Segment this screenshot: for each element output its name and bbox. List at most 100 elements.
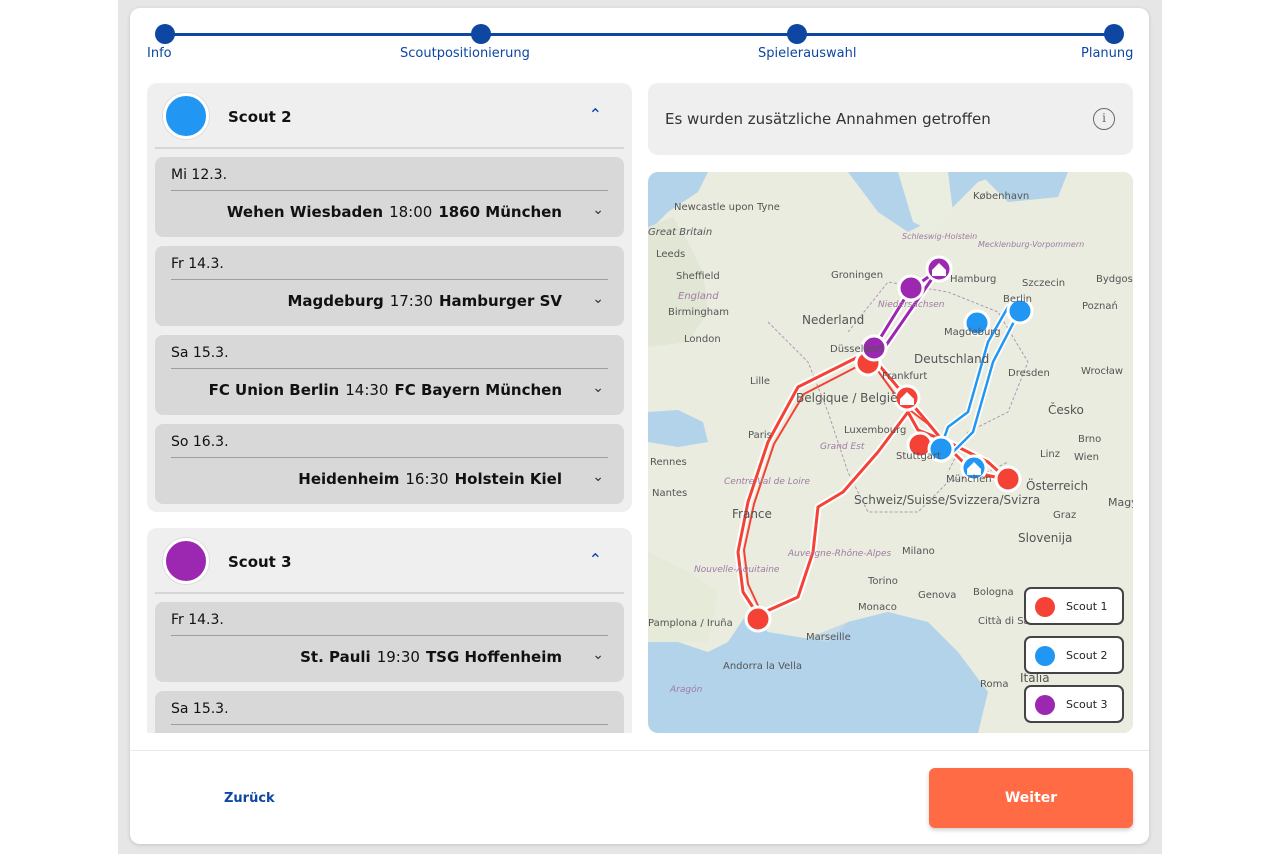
chevron-down-icon[interactable]: ⌄ bbox=[592, 647, 604, 663]
match-date: Mi 12.3. bbox=[171, 167, 228, 183]
match-item[interactable]: Sa 15.3. FC Union Berlin 14:30 FC Bayern M… bbox=[155, 335, 624, 415]
away-team: Holstein Kiel bbox=[454, 470, 562, 488]
away-team: 1860 München bbox=[438, 203, 562, 221]
home-team: Heidenheim bbox=[298, 470, 400, 488]
match-item[interactable]: So 16.3. Heidenheim 16:30 Holstein Kiel ⌄ bbox=[155, 424, 624, 504]
match-item[interactable]: Mi 12.3. Wehen Wiesbaden 18:00 1860 Münche… bbox=[155, 157, 624, 237]
map-label: France bbox=[732, 507, 772, 521]
map-label: Roma bbox=[980, 679, 1009, 690]
scout-name: Scout 3 bbox=[228, 553, 292, 571]
back-button[interactable]: Zurück bbox=[224, 791, 275, 806]
map-label: Rennes bbox=[650, 457, 687, 468]
map-label: Belgique / België bbox=[796, 391, 897, 405]
scout-color-avatar bbox=[163, 93, 209, 139]
map-label: Milano bbox=[902, 546, 935, 557]
legend-scout-1[interactable]: Scout 1 bbox=[1024, 587, 1124, 625]
map-label: Linz bbox=[1040, 449, 1060, 460]
match-date: Fr 14.3. bbox=[171, 256, 224, 272]
map-label: Aragón bbox=[669, 684, 703, 695]
map-label: München bbox=[946, 474, 992, 485]
info-icon[interactable]: i bbox=[1093, 108, 1115, 130]
legend-color-dot bbox=[1035, 597, 1055, 617]
map-label: Genova bbox=[918, 590, 956, 601]
chevron-down-icon[interactable]: ⌄ bbox=[592, 380, 604, 396]
match-item[interactable]: Fr 14.3. St. Pauli 19:30 TSG Hoffenheim ⌄ bbox=[155, 602, 624, 682]
away-team: Hamburger SV bbox=[438, 292, 562, 310]
map-label: Centre-Val de Loire bbox=[724, 477, 810, 487]
map-label: Bydgoszcz bbox=[1096, 274, 1133, 285]
scout-card: Scout 2 ⌃ Mi 12.3. Wehen Wiesbaden 18:00 1… bbox=[147, 83, 632, 512]
scout-header[interactable]: Scout 2 ⌃ bbox=[155, 83, 624, 149]
progress-stepper: Info Scoutpositionierung Spielerauswahl … bbox=[130, 8, 1149, 78]
step-dot-scoutpositionierung[interactable] bbox=[471, 24, 491, 44]
map-label: Deutschland bbox=[914, 352, 989, 366]
match-fixture: Heidenheim 16:30 Holstein Kiel bbox=[298, 470, 562, 488]
match-divider bbox=[171, 368, 608, 369]
step-label-spielerauswahl[interactable]: Spielerauswahl bbox=[758, 46, 857, 61]
map-label: Österreich bbox=[1026, 477, 1088, 493]
step-label-scoutpositionierung[interactable]: Scoutpositionierung bbox=[400, 46, 530, 61]
step-dot-spielerauswahl[interactable] bbox=[787, 24, 807, 44]
map-label: Nederland bbox=[802, 313, 864, 327]
kickoff-time: 14:30 bbox=[345, 381, 389, 399]
match-date: Sa 15.3. bbox=[171, 345, 229, 361]
match-date: Fr 14.3. bbox=[171, 612, 224, 628]
scout-schedule-list[interactable]: Scout 2 ⌃ Mi 12.3. Wehen Wiesbaden 18:00 1… bbox=[147, 83, 632, 733]
step-dot-info[interactable] bbox=[155, 24, 175, 44]
map-label: Nantes bbox=[652, 488, 687, 499]
match-item[interactable]: Sa 15.3. bbox=[155, 691, 624, 733]
chevron-down-icon[interactable]: ⌄ bbox=[592, 469, 604, 485]
map-label: Frankfurt bbox=[882, 371, 927, 382]
map-label: Monaco bbox=[858, 602, 897, 613]
map-label: Magdeburg bbox=[944, 327, 1001, 338]
map-label: Auvergne-Rhône-Alpes bbox=[787, 548, 891, 559]
legend-scout-2[interactable]: Scout 2 bbox=[1024, 636, 1124, 674]
home-team: Magdeburg bbox=[287, 292, 384, 310]
next-button[interactable]: Weiter bbox=[929, 768, 1133, 828]
chevron-down-icon[interactable]: ⌄ bbox=[592, 291, 604, 307]
match-item[interactable]: Fr 14.3. Magdeburg 17:30 Hamburger SV ⌄ bbox=[155, 246, 624, 326]
home-team: St. Pauli bbox=[300, 648, 371, 666]
step-dot-planung[interactable] bbox=[1104, 24, 1124, 44]
kickoff-time: 17:30 bbox=[389, 292, 433, 310]
map-label: Paris bbox=[748, 430, 772, 441]
assumptions-text: Es wurden zusätzliche Annahmen getroffen bbox=[665, 110, 991, 128]
chevron-down-icon[interactable]: ⌄ bbox=[592, 202, 604, 218]
map-label: Magyarország bbox=[1108, 496, 1133, 509]
map-label: Brno bbox=[1078, 434, 1101, 445]
route-map[interactable]: København Newcastle upon Tyne Great Brit… bbox=[648, 172, 1133, 733]
legend-color-dot bbox=[1035, 695, 1055, 715]
map-label: England bbox=[678, 291, 719, 302]
map-label: Slovenija bbox=[1018, 531, 1072, 545]
map-label: Bologna bbox=[973, 587, 1014, 598]
match-fixture: FC Union Berlin 14:30 FC Bayern München bbox=[209, 381, 562, 399]
scout-header[interactable]: Scout 3 ⌃ bbox=[155, 528, 624, 594]
match-divider bbox=[171, 724, 608, 725]
wizard-footer: Zurück Weiter bbox=[130, 750, 1149, 844]
chevron-up-icon[interactable]: ⌃ bbox=[589, 550, 602, 569]
scout-color-avatar bbox=[163, 538, 209, 584]
legend-label: Scout 1 bbox=[1066, 600, 1108, 613]
map-label: Szczecin bbox=[1022, 278, 1065, 289]
chevron-up-icon[interactable]: ⌃ bbox=[589, 105, 602, 124]
away-team: FC Bayern München bbox=[394, 381, 562, 399]
match-divider bbox=[171, 635, 608, 636]
map-label: Andorra la Vella bbox=[723, 661, 802, 672]
match-divider bbox=[171, 279, 608, 280]
map-label: Pamplona / Iruña bbox=[648, 618, 733, 629]
map-label: København bbox=[973, 191, 1029, 202]
map-label: Great Britain bbox=[648, 227, 712, 238]
step-label-info[interactable]: Info bbox=[147, 46, 172, 61]
legend-color-dot bbox=[1035, 646, 1055, 666]
match-fixture: Magdeburg 17:30 Hamburger SV bbox=[287, 292, 562, 310]
step-label-planung[interactable]: Planung bbox=[1081, 46, 1133, 61]
map-label: Mecklenburg-Vorpommern bbox=[978, 240, 1084, 249]
legend-scout-3[interactable]: Scout 3 bbox=[1024, 685, 1124, 723]
map-label: Birmingham bbox=[668, 307, 729, 318]
map-label: Stuttgart bbox=[896, 451, 941, 462]
map-label: Berlin bbox=[1003, 294, 1032, 305]
match-divider bbox=[171, 190, 608, 191]
kickoff-time: 16:30 bbox=[405, 470, 449, 488]
legend-label: Scout 3 bbox=[1066, 698, 1108, 711]
map-label: Wrocław bbox=[1081, 366, 1123, 377]
